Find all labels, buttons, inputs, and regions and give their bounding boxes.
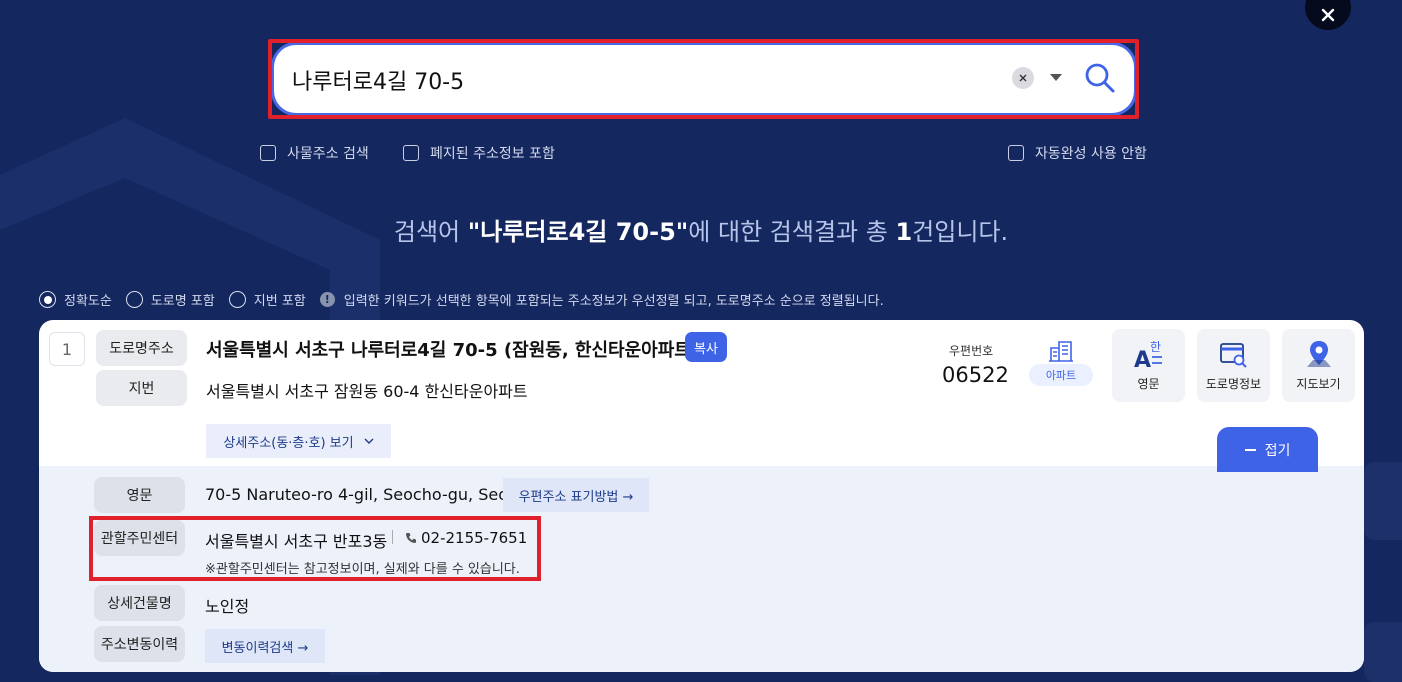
summary-suffix: 건입니다. [912,218,1009,246]
map-view-button[interactable]: 지도보기 [1282,329,1355,402]
sort-label: 정확도순 [64,294,112,309]
svg-text:A: A [1134,348,1151,369]
summary-count: 1 [895,218,913,246]
english-address-button[interactable]: A 한 영문 [1112,329,1185,402]
option-label: 자동완성 사용 안함 [1035,146,1147,162]
building-type-label: 아파트 [1029,364,1093,386]
english-address: 70-5 Naruteo-ro 4-gil, Seocho-gu, Seoul [205,485,523,504]
road-info-icon [1219,343,1247,368]
search-highlight-frame [268,39,1139,119]
side-card-peek [1364,622,1402,682]
address-history-tag: 주소변동이력 [94,626,185,662]
building-name: 노인정 [205,597,250,616]
english-translate-icon: A 한 [1134,340,1162,369]
result-card: 1 도로명주소 서울특별시 서초구 나루터로4길 70-5 (잠원동, 한신타운… [39,320,1364,672]
checkbox[interactable] [1008,145,1024,161]
option-no-autocomplete[interactable]: 자동완성 사용 안함 [1008,143,1147,163]
summary-middle: 에 대한 검색결과 총 [688,218,896,246]
community-center-highlight-frame [89,516,541,581]
road-info-button[interactable]: 도로명정보 [1197,329,1270,402]
result-number: 1 [49,332,85,366]
lot-address-tag: 지번 [96,370,187,406]
detail-address-toggle[interactable]: 상세주소(동·층·호) 보기 [206,424,391,458]
option-building-search[interactable]: 사물주소 검색 [260,143,369,163]
building-type-badge: 아파트 [1029,338,1093,390]
sort-accuracy[interactable]: 정확도순 [39,290,112,309]
sort-info-text: 입력한 키워드가 선택한 항목에 포함되는 주소정보가 우선정렬 되고, 도로명… [343,294,884,309]
fold-button[interactable]: 접기 [1217,427,1318,472]
apartment-icon [1049,341,1073,362]
close-icon [1321,8,1335,22]
road-address-tag: 도로명주소 [96,330,187,366]
minus-icon [1244,448,1256,451]
side-card-peek [1364,462,1402,540]
zip-label: 우편번호 [949,344,994,358]
summary-keyword: "나루터로4길 70-5" [467,218,689,246]
history-search-button[interactable]: 변동이력검색 → [205,629,325,663]
chevron-down-icon [364,438,374,444]
checkbox[interactable] [260,145,276,161]
sort-options: 정확도순 도로명 포함 지번 포함 ! 입력한 키워드가 선택한 항목에 포함되… [39,290,884,309]
fold-label: 접기 [1264,442,1291,459]
sort-road-included[interactable]: 도로명 포함 [125,290,215,309]
checkbox[interactable] [403,145,419,161]
option-label: 폐지된 주소정보 포함 [430,146,555,162]
option-include-abolished[interactable]: 폐지된 주소정보 포함 [403,143,555,163]
road-address: 서울특별시 서초구 나루터로4길 70-5 (잠원동, 한신타운아파트) [206,340,700,361]
building-name-tag: 상세건물명 [94,585,185,621]
option-label: 사물주소 검색 [287,146,369,162]
sort-label: 도로명 포함 [150,294,215,309]
lot-address: 서울특별시 서초구 잠원동 60-4 한신타운아파트 [206,382,528,401]
radio[interactable] [125,291,143,308]
copy-button[interactable]: 복사 [685,332,727,362]
map-pin-icon [1306,341,1331,367]
svg-text:한: 한 [1150,340,1161,354]
info-icon: ! [319,292,335,307]
zip-code: 06522 [942,363,1009,387]
radio[interactable] [228,291,246,308]
postal-notation-button[interactable]: 우편주소 표기방법 → [503,478,649,512]
detail-toggle-label: 상세주소(동·층·호) 보기 [223,435,354,451]
result-summary: 검색어 "나루터로4길 70-5"에 대한 검색결과 총 1건입니다. [0,212,1402,247]
tool-label: 지도보기 [1296,377,1341,391]
close-button[interactable] [1305,0,1351,30]
tool-label: 영문 [1137,377,1160,391]
sort-label: 지번 포함 [253,294,306,309]
summary-prefix: 검색어 [393,218,468,246]
sort-lot-included[interactable]: 지번 포함 [228,290,306,309]
english-tag: 영문 [94,477,185,513]
radio-selected[interactable] [39,291,56,308]
tool-label: 도로명정보 [1205,377,1262,391]
